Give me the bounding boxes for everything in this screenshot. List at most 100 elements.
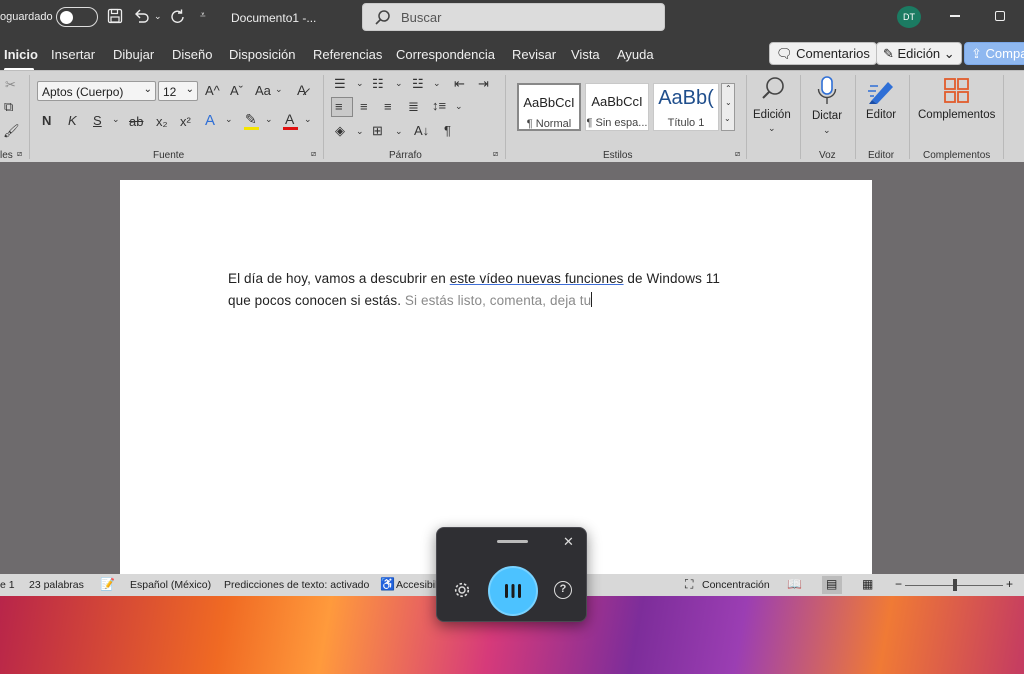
read-mode-icon[interactable]: 📖 xyxy=(787,577,802,591)
chevron-down-icon[interactable]: ⌄ xyxy=(823,125,831,136)
chevron-down-icon[interactable]: ⌄ xyxy=(395,126,403,137)
flagged-text[interactable]: este vídeo nuevas funciones xyxy=(450,271,624,286)
zoom-in-button[interactable]: + xyxy=(1006,577,1013,591)
document-page[interactable]: El día de hoy, vamos a descubrir en este… xyxy=(120,180,872,574)
dialog-launcher-icon[interactable]: ⧄ xyxy=(493,149,498,159)
tab-revisar[interactable]: Revisar xyxy=(512,47,556,62)
text-predictions-status[interactable]: Predicciones de texto: activado xyxy=(224,579,369,591)
bullets-icon[interactable]: ☰ xyxy=(334,76,346,92)
show-marks-icon[interactable]: ¶ xyxy=(444,123,451,138)
dialog-launcher-icon[interactable]: ⧄ xyxy=(311,149,316,159)
share-button[interactable]: ⇪ Compa xyxy=(964,42,1024,65)
styles-scroll[interactable]: ⌃ ⌄ ⌄ xyxy=(721,83,735,131)
maximize-icon[interactable] xyxy=(995,11,1005,21)
document-title[interactable]: Documento1 -... xyxy=(231,11,316,25)
find-search-icon[interactable] xyxy=(760,75,788,103)
align-right-icon[interactable]: ≡ xyxy=(384,99,392,114)
font-size-select[interactable]: 12 ⌄ xyxy=(158,81,198,101)
font-color-icon[interactable]: A xyxy=(285,111,294,127)
help-icon[interactable]: ? xyxy=(554,581,572,599)
font-name-select[interactable]: Aptos (Cuerpo) ⌄ xyxy=(37,81,156,101)
chevron-down-icon[interactable]: ⌄ xyxy=(304,114,312,125)
highlighter-icon[interactable]: ✎ xyxy=(245,111,257,128)
increase-indent-icon[interactable]: ⇥ xyxy=(478,76,489,92)
language-indicator[interactable]: Español (México) xyxy=(130,579,211,591)
cut-icon[interactable]: ✂ xyxy=(5,77,16,93)
tab-diseno[interactable]: Diseño xyxy=(172,47,212,62)
italic-button[interactable]: K xyxy=(68,113,77,128)
accessibility-status[interactable]: Accesibili xyxy=(396,579,440,591)
drag-handle[interactable] xyxy=(497,540,528,543)
undo-dropdown-icon[interactable]: ⌄ xyxy=(154,11,162,22)
autosave-toggle[interactable] xyxy=(56,7,98,27)
addins-grid-icon[interactable] xyxy=(943,77,971,105)
bold-button[interactable]: N xyxy=(42,113,51,128)
edicion-button[interactable]: Edición xyxy=(753,109,791,121)
change-case-icon[interactable]: Aa xyxy=(255,83,271,98)
chevron-down-icon[interactable]: ⌄ xyxy=(356,126,364,137)
style-normal[interactable]: AaBbCcI ¶ Normal xyxy=(517,83,581,131)
avatar[interactable]: DT xyxy=(897,6,921,28)
clear-formatting-icon[interactable]: A̷ xyxy=(297,82,306,98)
accessibility-icon[interactable]: ♿ xyxy=(380,577,395,591)
chevron-down-icon[interactable]: ⌄ xyxy=(768,123,776,134)
dialog-launcher-icon[interactable]: ⧄ xyxy=(735,149,740,159)
copy-icon[interactable]: ⧉ xyxy=(4,99,13,115)
line-spacing-icon[interactable]: ↕≡ xyxy=(432,98,446,113)
voice-toggle-button[interactable] xyxy=(488,566,538,616)
gear-icon[interactable] xyxy=(453,581,471,599)
focus-icon[interactable]: ⛶ xyxy=(685,577,693,592)
tab-vista[interactable]: Vista xyxy=(571,47,600,62)
undo-icon[interactable] xyxy=(133,8,151,24)
redo-icon[interactable] xyxy=(169,8,187,26)
search-box[interactable]: Buscar xyxy=(362,3,665,31)
borders-icon[interactable]: ⊞ xyxy=(372,123,383,139)
sort-icon[interactable]: A↓ xyxy=(414,123,429,138)
text-effects-icon[interactable]: A xyxy=(205,112,215,129)
chevron-down-icon[interactable]: ⌄ xyxy=(356,78,364,89)
align-center-icon[interactable]: ≡ xyxy=(360,99,368,114)
chevron-down-icon[interactable]: ⌄ xyxy=(112,114,120,125)
tab-correspondencia[interactable]: Correspondencia xyxy=(396,47,495,62)
save-icon[interactable] xyxy=(107,8,123,24)
underline-button[interactable]: S xyxy=(93,113,102,128)
tab-referencias[interactable]: Referencias xyxy=(313,47,382,62)
editor-button[interactable]: Editor xyxy=(866,109,896,121)
style-heading-1[interactable]: AaBb( Título 1 xyxy=(653,83,719,131)
word-count[interactable]: 23 palabras xyxy=(29,579,84,591)
style-no-spacing[interactable]: AaBbCcI ¶ Sin espa... xyxy=(585,83,649,131)
multilevel-list-icon[interactable]: ☳ xyxy=(412,76,424,92)
customize-qat-icon[interactable]: ⩡ xyxy=(200,10,206,21)
superscript-button[interactable]: x² xyxy=(180,114,191,129)
shading-icon[interactable]: ◈ xyxy=(335,123,345,139)
page-indicator[interactable]: e 1 xyxy=(0,579,15,591)
complementos-button[interactable]: Complementos xyxy=(918,109,995,121)
chevron-down-icon[interactable]: ⌄ xyxy=(275,84,283,95)
tab-disposicion[interactable]: Disposición xyxy=(229,47,295,62)
zoom-out-button[interactable]: − xyxy=(895,577,902,591)
chevron-down-icon[interactable]: ⌄ xyxy=(265,114,273,125)
editing-mode-button[interactable]: ✎ Edición ⌄ xyxy=(876,42,962,65)
tab-insertar[interactable]: Insertar xyxy=(51,47,95,62)
tab-inicio[interactable]: Inicio xyxy=(4,47,38,62)
editor-pen-icon[interactable] xyxy=(866,76,898,106)
shrink-font-icon[interactable]: Aˇ xyxy=(230,83,243,98)
zoom-slider-thumb[interactable] xyxy=(953,579,957,591)
comments-button[interactable]: 🗨 Comentarios xyxy=(769,42,877,65)
chevron-down-icon[interactable]: ⌄ xyxy=(225,114,233,125)
dictar-button[interactable]: Dictar xyxy=(812,110,842,122)
chevron-down-icon[interactable]: ⌄ xyxy=(395,78,403,89)
tab-ayuda[interactable]: Ayuda xyxy=(617,47,654,62)
justify-icon[interactable]: ≣ xyxy=(408,99,419,115)
web-layout-icon[interactable]: ▦ xyxy=(862,577,873,591)
decrease-indent-icon[interactable]: ⇤ xyxy=(454,76,465,92)
strikethrough-button[interactable]: ab xyxy=(129,114,143,129)
format-painter-icon[interactable]: 🖌 xyxy=(3,123,20,139)
proofing-icon[interactable]: 📝 xyxy=(100,577,115,591)
chevron-down-icon[interactable]: ⌄ xyxy=(455,101,463,112)
tab-dibujar[interactable]: Dibujar xyxy=(113,47,154,62)
focus-mode-button[interactable]: Concentración xyxy=(702,579,770,591)
numbering-icon[interactable]: ☷ xyxy=(372,76,384,92)
minimize-icon[interactable] xyxy=(950,15,960,17)
dialog-launcher-icon[interactable]: ⧄ xyxy=(17,149,22,159)
